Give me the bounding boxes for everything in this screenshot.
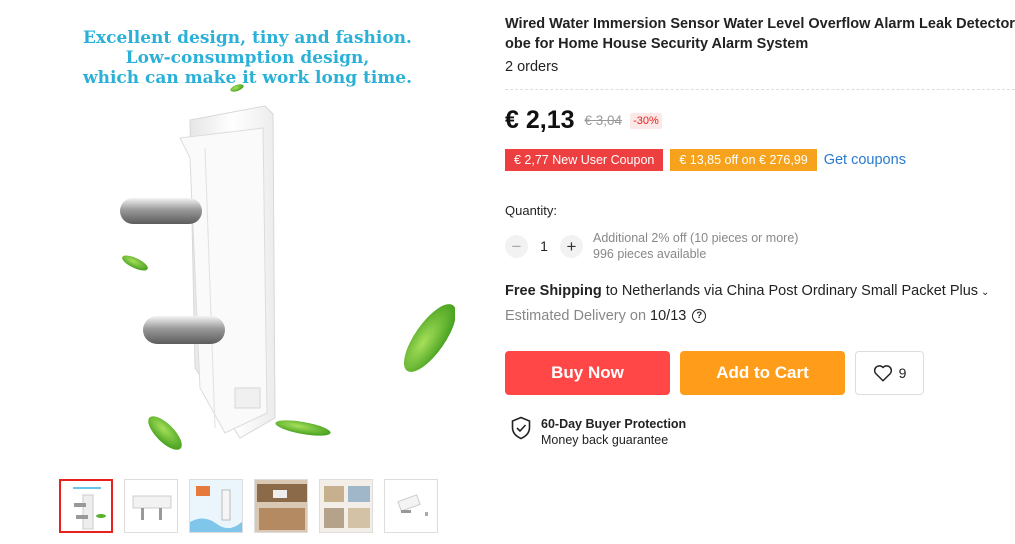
product-title: Wired Water Immersion Sensor Water Level…	[505, 14, 1015, 54]
shipping-detail: to Netherlands via China Post Ordinary S…	[601, 283, 979, 299]
thumbnail-image	[132, 495, 172, 520]
thumbnail-image	[73, 487, 106, 530]
chevron-down-icon: ⌄	[981, 287, 990, 298]
original-price: € 3,04	[584, 113, 623, 128]
promo-line-1: Excellent design, tiny and fashion.	[83, 28, 412, 48]
shipping-selector[interactable]: Free Shipping to Netherlands via China P…	[505, 283, 989, 299]
free-shipping-label: Free Shipping	[505, 283, 602, 299]
get-coupons-link[interactable]: Get coupons	[824, 152, 906, 168]
thumbnail-3[interactable]	[189, 479, 243, 533]
thumbnail-4[interactable]	[254, 479, 308, 533]
thumbnail-5[interactable]	[319, 479, 373, 533]
delivery-label: Estimated Delivery on	[505, 308, 647, 324]
thumbnail-image	[320, 480, 372, 532]
thumbnail-image	[255, 480, 307, 532]
quantity-stepper: − 1 + Additional 2% off (10 pieces or mo…	[505, 230, 798, 262]
product-title-line-2: obe for Home House Security Alarm System	[505, 36, 809, 52]
quantity-info: Additional 2% off (10 pieces or more) 99…	[593, 230, 798, 262]
thumbnail-strip	[59, 479, 438, 533]
protection-subtitle: Money back guarantee	[541, 433, 669, 447]
quantity-increase-button[interactable]: +	[560, 234, 583, 258]
divider	[505, 89, 1015, 90]
main-product-image[interactable]: Excellent design, tiny and fashion. Low-…	[55, 8, 455, 463]
wishlist-button[interactable]: 9	[855, 351, 924, 395]
discount-badge: -30%	[630, 112, 662, 129]
promo-line-3: which can make it work long time.	[82, 68, 413, 88]
delivery-estimate: Estimated Delivery on 10/13 ?	[505, 308, 707, 324]
price-row: € 2,13 € 3,04 -30%	[505, 106, 662, 135]
stock-available: 996 pieces available	[593, 247, 707, 261]
new-user-coupon[interactable]: € 2,77 New User Coupon	[502, 149, 666, 171]
buy-now-button[interactable]: Buy Now	[505, 351, 670, 395]
thumbnail-image	[190, 480, 242, 532]
quantity-decrease-button[interactable]: −	[505, 234, 528, 258]
thumbnail-1[interactable]	[59, 479, 113, 533]
coupon-row: € 2,77 New User Coupon € 13,85 off on € …	[502, 149, 906, 171]
orders-count: 2 orders	[505, 59, 559, 75]
buyer-protection: 60-Day Buyer Protection Money back guara…	[510, 416, 686, 448]
protection-title: 60-Day Buyer Protection	[541, 417, 687, 431]
promo-text: Excellent design, tiny and fashion. Low-…	[55, 28, 440, 88]
thumbnail-2[interactable]	[124, 479, 178, 533]
thumbnail-image	[397, 494, 428, 516]
thumbnail-6[interactable]	[384, 479, 438, 533]
help-icon[interactable]: ?	[692, 309, 707, 323]
current-price: € 2,13	[505, 106, 575, 134]
bulk-discount-note: Additional 2% off (10 pieces or more)	[593, 231, 799, 245]
store-coupon[interactable]: € 13,85 off on € 276,99	[668, 149, 820, 171]
add-to-cart-button[interactable]: Add to Cart	[680, 351, 845, 395]
wishlist-count: 9	[898, 365, 907, 381]
quantity-input[interactable]: 1	[528, 238, 560, 254]
product-title-line-1: Wired Water Immersion Sensor Water Level…	[505, 16, 1015, 32]
quantity-label: Quantity:	[505, 203, 558, 218]
promo-line-2: Low-consumption design,	[125, 48, 370, 68]
heart-icon	[873, 365, 892, 382]
shield-check-icon	[511, 416, 531, 440]
delivery-date: 10/13	[650, 308, 687, 324]
